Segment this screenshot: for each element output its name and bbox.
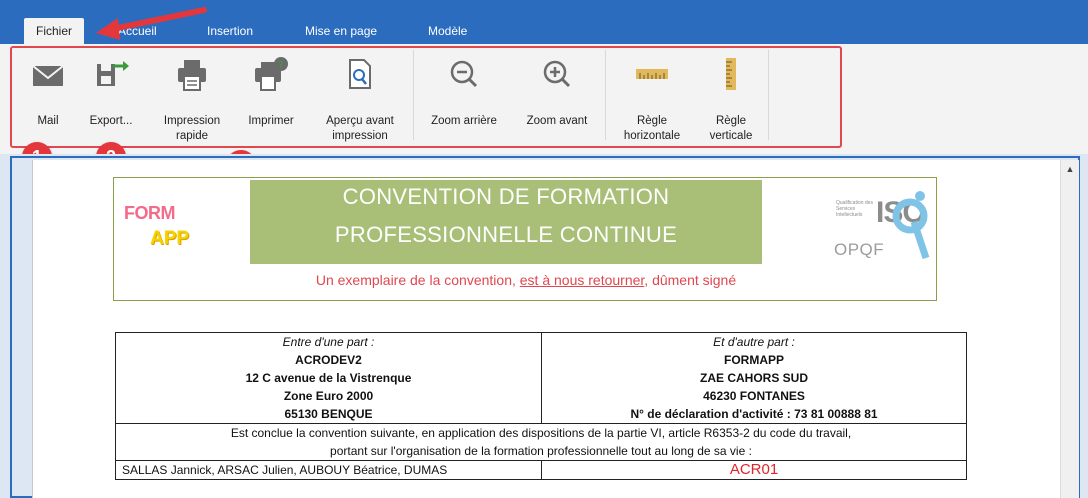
export-button[interactable]: Export... [80, 48, 142, 142]
print-label: Imprimer [248, 115, 294, 127]
svg-text:?: ? [278, 60, 284, 71]
formapp-logo-bottom: APP [150, 228, 190, 249]
title-line-1: CONVENTION DE FORMATION [342, 184, 670, 209]
ribbon-toolbar: Mail Export... Impression rapide ? Impri… [0, 44, 1088, 155]
tab-modele[interactable]: Modèle [428, 18, 467, 44]
tab-mise-en-page[interactable]: Mise en page [305, 18, 377, 44]
print-preview-icon [349, 59, 371, 89]
print-button[interactable]: ? Imprimer [236, 48, 306, 142]
isq-q-mark-icon [892, 191, 930, 260]
zoom-in-label: Zoom avant [526, 115, 588, 127]
quick-print-button[interactable]: Impression rapide [152, 48, 232, 142]
report-preview-window: Fichier Accueil Insertion Mise en page M… [0, 0, 1088, 498]
print-preview-button[interactable]: Aperçu avant impression [310, 48, 410, 142]
zoom-out-icon [450, 60, 478, 88]
ribbon-separator [413, 50, 414, 140]
mail-icon [32, 65, 64, 86]
vertical-ruler-button[interactable]: Règle verticale [696, 48, 766, 142]
conclusion-cell: Est conclue la convention suivante, en a… [115, 423, 967, 461]
participants-cell: SALLAS Jannick, ARSAC Julien, AUBOUY Béa… [115, 460, 542, 480]
quick-print-icon [178, 60, 206, 91]
vertical-scrollbar[interactable]: ▲ [1060, 160, 1079, 498]
mail-label: Mail [37, 115, 59, 127]
horizontal-ruler-icon [636, 69, 668, 79]
zoom-out-label: Zoom arrière [431, 115, 497, 127]
zoom-in-icon [543, 60, 571, 88]
horizontal-ruler-label: Règle horizontale [623, 115, 681, 142]
export-icon [97, 61, 129, 86]
print-preview-label: Aperçu avant impression [326, 115, 394, 142]
tab-insertion[interactable]: Insertion [207, 18, 253, 44]
print-icon: ? [255, 57, 288, 91]
document-subtitle: Un exemplaire de la convention, est à no… [315, 272, 737, 288]
annotation-arrow-icon [96, 7, 207, 40]
reference-cell: ACR01 [541, 460, 967, 480]
left-party-cell: Entre d'une part : ACRODEV2 12 C avenue … [115, 332, 542, 424]
vertical-ruler-icon [726, 58, 736, 90]
right-party-cell: Et d'autre part : FORMAPP ZAE CAHORS SUD… [541, 332, 967, 424]
vertical-ruler-label: Règle verticale [709, 115, 753, 142]
mail-button[interactable]: Mail [20, 48, 76, 142]
ribbon-separator [605, 50, 606, 140]
title-line-2: PROFESSIONNELLE CONTINUE [334, 222, 678, 247]
zoom-out-button[interactable]: Zoom arrière [418, 48, 510, 142]
formapp-logo-top: FORM [124, 203, 176, 223]
ribbon-separator [768, 50, 769, 140]
scroll-up-arrow-icon[interactable]: ▲ [1061, 162, 1079, 176]
horizontal-ruler-button[interactable]: Règle horizontale [610, 48, 694, 142]
quick-print-label: Impression rapide [163, 115, 221, 142]
zoom-in-button[interactable]: Zoom avant [512, 48, 602, 142]
tab-fichier[interactable]: Fichier [24, 18, 85, 44]
export-label: Export... [89, 115, 133, 127]
parties-table: Entre d'une part : ACRODEV2 12 C avenue … [115, 332, 967, 480]
isq-opqf-logo: Qualification des Services Intellectuels… [830, 186, 930, 266]
